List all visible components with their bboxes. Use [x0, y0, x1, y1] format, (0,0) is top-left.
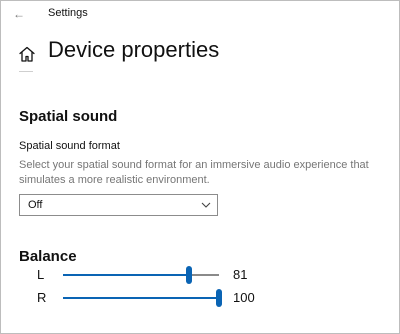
right-balance-value: 100	[233, 290, 255, 305]
left-balance-slider[interactable]	[63, 265, 219, 285]
left-balance-value: 81	[233, 267, 248, 282]
spatial-sound-description: Select your spatial sound format for an …	[19, 159, 369, 186]
balance-left-row: L 81	[1, 265, 399, 285]
spatial-sound-format-label: Spatial sound format	[19, 140, 120, 152]
spatial-sound-heading: Spatial sound	[19, 108, 118, 125]
slider-thumb[interactable]	[216, 289, 222, 307]
left-channel-label: L	[37, 267, 45, 282]
chevron-down-icon	[201, 202, 211, 208]
settings-window: ← Settings Device properties Spatial sou…	[0, 0, 400, 334]
home-icon[interactable]	[18, 45, 36, 63]
right-channel-label: R	[37, 290, 47, 305]
balance-heading: Balance	[19, 248, 77, 265]
slider-fill	[63, 297, 219, 299]
slider-thumb[interactable]	[186, 266, 193, 284]
back-arrow-icon[interactable]: ←	[11, 6, 27, 22]
page-title: Device properties	[48, 37, 220, 62]
spatial-sound-format-dropdown[interactable]: Off	[19, 194, 218, 216]
slider-fill	[63, 274, 190, 276]
title-underline	[19, 71, 33, 72]
right-balance-slider[interactable]	[63, 288, 222, 308]
dropdown-selected-value: Off	[28, 199, 43, 211]
balance-right-row: R 100	[1, 288, 399, 308]
app-title: Settings	[48, 7, 88, 19]
title-bar: ← Settings	[1, 1, 399, 27]
